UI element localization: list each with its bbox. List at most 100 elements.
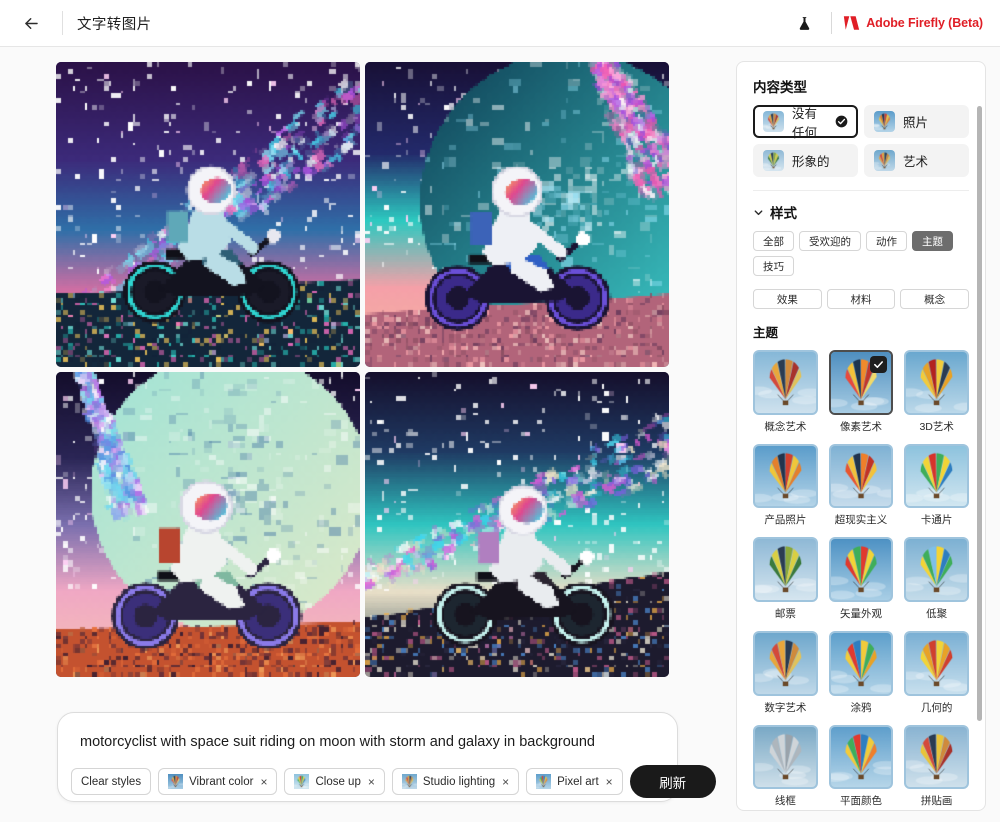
option-label: 没有任何 xyxy=(792,106,818,140)
theme-item-3d-art[interactable]: 3D艺术 xyxy=(904,350,969,434)
option-thumbnail xyxy=(874,150,895,171)
generated-image-card[interactable] xyxy=(56,372,360,677)
chip-thumbnail xyxy=(401,774,417,789)
style-filter-concepts[interactable]: 概念 xyxy=(900,289,970,309)
theme-item-low-poly[interactable]: 低聚 xyxy=(904,537,969,621)
style-filter-popular[interactable]: 受欢迎的 xyxy=(799,231,861,251)
option-label: 照片 xyxy=(903,116,929,130)
chip-remove-icon[interactable]: × xyxy=(502,775,509,789)
check-circle-icon xyxy=(835,115,848,128)
theme-label: 线框 xyxy=(774,795,796,808)
chip-label: Studio lighting xyxy=(422,775,496,788)
theme-item-digital-art[interactable]: 数字艺术 xyxy=(753,631,818,715)
top-bar: 文字转图片 Adobe Firefly (Beta) xyxy=(0,0,1000,47)
theme-item-wireframe[interactable]: 线框 xyxy=(753,724,818,809)
theme-item-product-photo[interactable]: 产品照片 xyxy=(753,443,818,528)
toolbar-divider xyxy=(62,11,63,35)
chip-label: Vibrant color xyxy=(189,775,254,788)
page-title: 文字转图片 xyxy=(77,16,152,33)
theme-thumbnail xyxy=(828,724,894,790)
adobe-firefly-brand[interactable]: Adobe Firefly (Beta) xyxy=(843,15,983,31)
style-chip-close-up[interactable]: Close up × xyxy=(284,768,385,795)
brand-label: Adobe Firefly (Beta) xyxy=(866,16,983,30)
style-filter-row-1: 全部 受欢迎的 动作 主题 技巧 xyxy=(753,231,969,276)
chip-remove-icon[interactable]: × xyxy=(260,775,267,789)
theme-item-vector-look[interactable]: 矢量外观 xyxy=(828,537,894,621)
content-type-option-none[interactable]: 没有任何 xyxy=(753,105,858,140)
style-chip-studio-lighting[interactable]: Studio lighting × xyxy=(391,768,520,795)
flask-icon xyxy=(799,16,809,30)
theme-item-graffiti[interactable]: 涂鸦 xyxy=(828,631,894,715)
theme-item-pixel-art[interactable]: 像素艺术 xyxy=(828,350,894,434)
theme-thumbnail xyxy=(904,350,969,415)
theme-thumbnail xyxy=(904,443,969,509)
style-chip-vibrant-color[interactable]: Vibrant color × xyxy=(158,768,278,795)
chip-remove-icon[interactable]: × xyxy=(606,775,613,789)
theme-item-concept-art[interactable]: 概念艺术 xyxy=(753,350,818,434)
beta-flask-button[interactable] xyxy=(791,10,817,36)
theme-item-flat-color[interactable]: 平面颜色 xyxy=(828,724,894,809)
chevron-down-icon xyxy=(753,207,764,218)
theme-thumbnail xyxy=(828,631,894,696)
theme-label: 几何的 xyxy=(920,701,953,714)
theme-thumbnail xyxy=(753,443,818,509)
panel-scrollbar-thumb[interactable] xyxy=(977,106,982,721)
style-section-header[interactable]: 样式 xyxy=(753,202,969,222)
theme-grid: 概念艺术 像素艺术 3D艺术 产品照片 超现实主义 卡通片 邮票 矢量外观 低聚… xyxy=(753,350,969,808)
clear-styles-label: Clear styles xyxy=(81,775,142,788)
chip-label: Pixel art xyxy=(557,775,599,788)
theme-thumbnail xyxy=(753,724,818,790)
theme-thumbnail xyxy=(753,631,818,696)
style-filter-all[interactable]: 全部 xyxy=(753,231,794,251)
themes-subtitle: 主题 xyxy=(753,326,779,340)
theme-thumbnail xyxy=(904,724,969,790)
settings-panel-content: 内容类型 没有任何 照片 形象的 艺术 样式 全部 受欢迎的 动作 主题 技巧 … xyxy=(737,62,985,810)
style-filter-materials[interactable]: 材料 xyxy=(826,289,896,309)
theme-thumbnail xyxy=(828,443,894,509)
refresh-button[interactable]: 刷新 xyxy=(629,765,716,798)
content-type-option-art[interactable]: 艺术 xyxy=(864,144,969,177)
prompt-bar: motorcyclist with space suit riding on m… xyxy=(57,712,716,802)
content-type-grid: 没有任何 照片 形象的 艺术 xyxy=(753,105,969,177)
generated-image xyxy=(56,62,360,367)
content-type-option-graphic[interactable]: 形象的 xyxy=(753,144,858,177)
style-section-title: 样式 xyxy=(770,206,797,221)
content-type-title: 内容类型 xyxy=(753,80,807,95)
option-label: 艺术 xyxy=(903,155,929,169)
content-type-option-photo[interactable]: 照片 xyxy=(864,105,969,138)
theme-label: 平面颜色 xyxy=(839,795,882,808)
panel-divider xyxy=(753,190,969,191)
theme-item-geometric[interactable]: 几何的 xyxy=(904,631,969,715)
style-filter-themes[interactable]: 主题 xyxy=(912,231,953,251)
style-filter-movement[interactable]: 动作 xyxy=(866,231,907,251)
generated-image xyxy=(365,372,669,677)
style-filter-techniques[interactable]: 技巧 xyxy=(753,256,794,276)
theme-label: 拼贴画 xyxy=(920,795,953,808)
style-chip-row: Clear styles Vibrant color × Close up × … xyxy=(71,765,716,798)
generated-image-grid xyxy=(56,62,669,677)
style-filter-effects[interactable]: 效果 xyxy=(753,289,822,309)
settings-panel: 内容类型 没有任何 照片 形象的 艺术 样式 全部 受欢迎的 动作 主题 技巧 … xyxy=(736,61,986,811)
theme-thumbnail xyxy=(904,631,969,696)
theme-label: 3D艺术 xyxy=(919,420,954,433)
theme-item-collage[interactable]: 拼贴画 xyxy=(904,724,969,809)
generated-image-card[interactable] xyxy=(365,372,669,677)
generated-image xyxy=(56,372,360,677)
theme-thumbnail xyxy=(904,537,969,602)
theme-thumbnail xyxy=(828,537,894,603)
generated-image-card[interactable] xyxy=(365,62,669,367)
theme-item-surrealism[interactable]: 超现实主义 xyxy=(828,443,894,528)
theme-label: 概念艺术 xyxy=(764,420,807,433)
generated-image-card[interactable] xyxy=(56,62,360,367)
theme-label: 像素艺术 xyxy=(839,420,882,433)
chip-remove-icon[interactable]: × xyxy=(368,775,375,789)
theme-item-cartoon[interactable]: 卡通片 xyxy=(904,443,969,528)
theme-item-stamp[interactable]: 邮票 xyxy=(753,537,818,621)
option-thumbnail xyxy=(763,111,784,132)
style-chip-pixel-art[interactable]: Pixel art × xyxy=(526,768,623,795)
theme-label: 低聚 xyxy=(926,608,948,620)
theme-label: 超现实主义 xyxy=(834,514,888,527)
clear-styles-button[interactable]: Clear styles xyxy=(71,768,152,795)
prompt-input[interactable]: motorcyclist with space suit riding on m… xyxy=(80,734,595,750)
back-button[interactable] xyxy=(14,6,48,40)
